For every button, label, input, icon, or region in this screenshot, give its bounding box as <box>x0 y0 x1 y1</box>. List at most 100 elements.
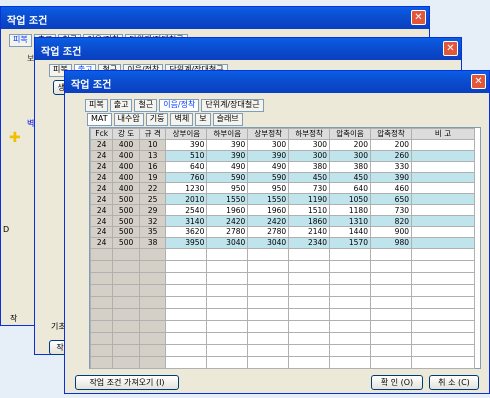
empty-cell[interactable] <box>165 307 208 321</box>
empty-cell[interactable] <box>247 355 290 369</box>
empty-cell[interactable] <box>247 307 290 321</box>
empty-cell[interactable] <box>329 271 371 285</box>
empty-cell[interactable] <box>206 295 249 309</box>
table-cell[interactable]: 330 <box>369 160 413 173</box>
empty-cell[interactable] <box>288 271 331 285</box>
table-cell[interactable] <box>411 160 475 173</box>
empty-cell[interactable] <box>138 307 167 321</box>
table-cell[interactable] <box>411 182 475 195</box>
table-cell[interactable]: 400 <box>112 149 140 162</box>
empty-cell[interactable] <box>89 259 114 273</box>
empty-row[interactable] <box>89 247 475 261</box>
empty-cell[interactable] <box>411 283 475 297</box>
empty-row[interactable] <box>89 271 475 285</box>
table-cell[interactable]: 510 <box>165 149 208 162</box>
empty-cell[interactable] <box>112 283 140 297</box>
empty-cell[interactable] <box>411 355 475 369</box>
empty-cell[interactable] <box>329 319 371 333</box>
tab-output[interactable]: 출고 <box>109 99 133 112</box>
table-cell[interactable]: 24 <box>89 236 114 249</box>
table-cell[interactable]: 500 <box>112 226 140 238</box>
empty-cell[interactable] <box>288 319 331 333</box>
table-cell[interactable]: 1550 <box>247 193 290 206</box>
table-cell[interactable]: 1550 <box>206 193 249 206</box>
table-cell[interactable]: 1180 <box>329 204 371 217</box>
table-cell[interactable]: 10 <box>138 138 167 151</box>
table-cell[interactable] <box>411 215 475 228</box>
empty-cell[interactable] <box>206 271 249 285</box>
empty-cell[interactable] <box>112 331 140 345</box>
empty-cell[interactable] <box>206 343 249 357</box>
table-cell[interactable]: 400 <box>112 138 140 151</box>
empty-cell[interactable] <box>206 307 249 321</box>
table-cell[interactable] <box>411 236 475 249</box>
empty-cell[interactable] <box>138 283 167 297</box>
empty-cell[interactable] <box>89 343 114 357</box>
tab-units[interactable]: 단위계/장대철근 <box>201 99 264 112</box>
empty-cell[interactable] <box>112 319 140 333</box>
table-cell[interactable] <box>411 171 475 184</box>
empty-cell[interactable] <box>165 283 208 297</box>
empty-cell[interactable] <box>288 259 331 273</box>
table-cell[interactable]: 400 <box>112 171 140 184</box>
empty-cell[interactable] <box>138 343 167 357</box>
table-cell[interactable]: 2780 <box>206 226 249 238</box>
empty-cell[interactable] <box>329 331 371 345</box>
empty-cell[interactable] <box>165 295 208 309</box>
empty-cell[interactable] <box>329 295 371 309</box>
tab-rebar[interactable]: 철근 <box>134 99 158 112</box>
empty-cell[interactable] <box>329 355 371 369</box>
table-cell[interactable]: 3950 <box>165 236 208 249</box>
empty-cell[interactable] <box>138 295 167 309</box>
table-row[interactable]: 24 400 19 760 590 590 450 450 390 <box>89 171 475 184</box>
table-cell[interactable]: 650 <box>369 193 413 206</box>
empty-cell[interactable] <box>411 331 475 345</box>
table-cell[interactable]: 2420 <box>206 215 249 228</box>
table-cell[interactable]: 460 <box>369 182 413 195</box>
table-cell[interactable]: 24 <box>89 182 114 195</box>
close-button[interactable]: ✕ <box>471 74 486 89</box>
table-cell[interactable]: 2010 <box>165 193 208 206</box>
empty-cell[interactable] <box>165 247 208 261</box>
table-cell[interactable]: 3620 <box>165 226 208 238</box>
empty-cell[interactable] <box>247 331 290 345</box>
empty-cell[interactable] <box>165 331 208 345</box>
empty-cell[interactable] <box>138 271 167 285</box>
empty-row[interactable] <box>89 355 475 369</box>
table-cell[interactable]: 300 <box>288 138 331 151</box>
load-conditions-button[interactable]: 작업 조건 가져오기 (I) <box>75 375 179 390</box>
table-cell[interactable]: 900 <box>369 226 413 238</box>
table-row[interactable]: 24 500 38 3950 3040 3040 2340 1570 980 <box>89 236 475 249</box>
empty-cell[interactable] <box>138 355 167 369</box>
table-cell[interactable]: 500 <box>112 204 140 217</box>
table-cell[interactable]: 2780 <box>247 226 290 238</box>
empty-cell[interactable] <box>89 271 114 285</box>
empty-cell[interactable] <box>288 355 331 369</box>
empty-cell[interactable] <box>165 319 208 333</box>
table-cell[interactable]: 35 <box>138 226 167 238</box>
title-bar[interactable]: 작업 조건 ✕ <box>1 7 429 29</box>
empty-cell[interactable] <box>138 331 167 345</box>
empty-cell[interactable] <box>411 247 475 261</box>
table-row[interactable]: 24 400 16 640 490 490 380 380 330 <box>89 160 475 173</box>
subtab-water[interactable]: 내수압 <box>113 113 144 126</box>
empty-cell[interactable] <box>411 271 475 285</box>
table-cell[interactable]: 24 <box>89 149 114 162</box>
table-cell[interactable]: 300 <box>247 138 290 151</box>
table-cell[interactable]: 820 <box>369 215 413 228</box>
table-cell[interactable]: 400 <box>112 160 140 173</box>
table-cell[interactable]: 450 <box>329 171 371 184</box>
empty-cell[interactable] <box>165 271 208 285</box>
empty-cell[interactable] <box>206 355 249 369</box>
tab-splice[interactable]: 이음/정착 <box>159 99 200 112</box>
empty-cell[interactable] <box>369 283 413 297</box>
table-cell[interactable]: 380 <box>329 160 371 173</box>
empty-row[interactable] <box>89 259 475 273</box>
subtab-wall[interactable]: 벽체 <box>170 113 194 126</box>
empty-cell[interactable] <box>112 271 140 285</box>
table-cell[interactable]: 24 <box>89 193 114 206</box>
empty-row[interactable] <box>89 283 475 297</box>
empty-cell[interactable] <box>369 331 413 345</box>
table-cell[interactable] <box>411 149 475 162</box>
table-cell[interactable]: 3140 <box>165 215 208 228</box>
